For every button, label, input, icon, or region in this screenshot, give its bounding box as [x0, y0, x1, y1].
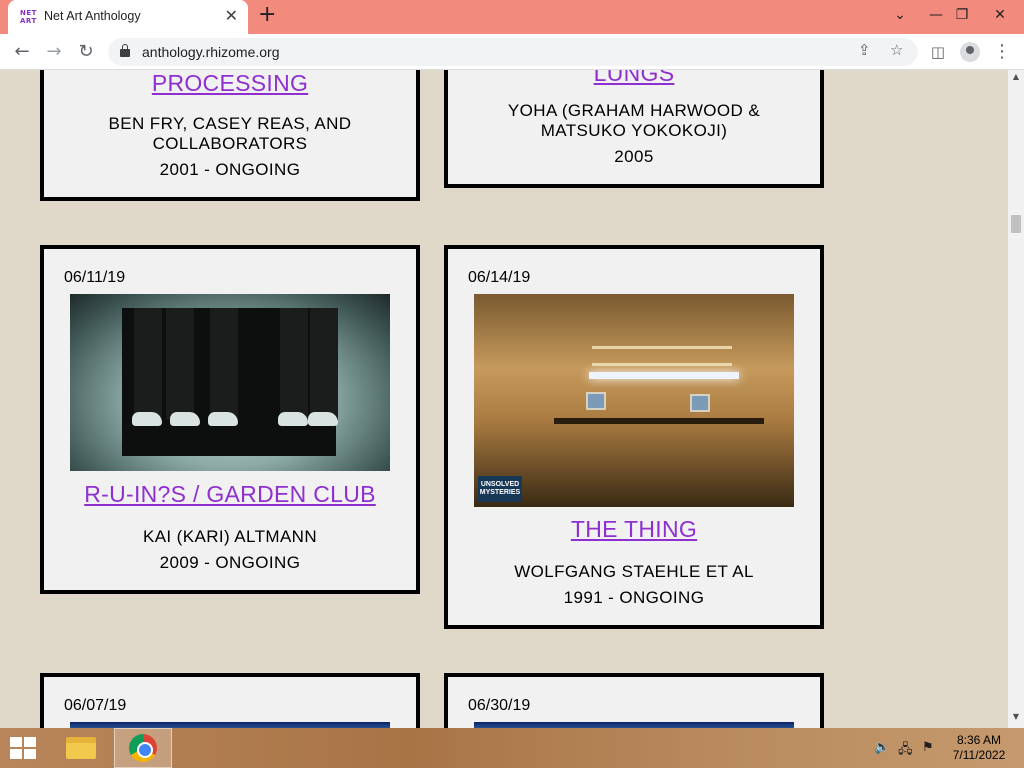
artwork-years: 2009 - ONGOING	[159, 553, 301, 572]
bookmark-star-icon[interactable]: ☆	[890, 41, 903, 59]
menu-icon[interactable]: ⋮	[990, 40, 1014, 64]
address-bar[interactable]: anthology.rhizome.org ⇪ ☆	[108, 38, 918, 66]
network-icon[interactable]: 🖧	[898, 740, 913, 762]
artwork-card-the-thing: 06/14/19 UNSOLVED MYSTERIES THE THING WO…	[444, 245, 824, 629]
artwork-image[interactable]	[70, 294, 390, 471]
artwork-date: 06/11/19	[64, 269, 126, 286]
artwork-title-link[interactable]: THE THING	[448, 516, 820, 543]
artwork-image[interactable]: UNSOLVED MYSTERIES	[474, 294, 794, 507]
artwork-years: 2001 - ONGOING	[159, 160, 301, 179]
artwork-title-link[interactable]: LUNGS	[448, 70, 820, 87]
title-bar: NET ART Net Art Anthology ✕ + ⌄ — ❐ ✕	[0, 0, 1024, 34]
artwork-date: 06/30/19	[468, 697, 531, 714]
image-badge: UNSOLVED MYSTERIES	[478, 476, 522, 502]
artwork-title-link[interactable]: PROCESSING	[44, 70, 416, 97]
artwork-card-next-right: 06/30/19	[444, 673, 824, 728]
tab-close-icon[interactable]: ✕	[225, 6, 238, 25]
scroll-thumb[interactable]	[1011, 215, 1021, 233]
url-text[interactable]: anthology.rhizome.org	[142, 44, 279, 60]
clock-date: 7/11/2022	[952, 748, 1006, 762]
share-icon[interactable]: ⇪	[858, 41, 871, 59]
page-scrollbar[interactable]: ▲ ▼	[1008, 70, 1024, 728]
side-panel-icon[interactable]: ◫	[926, 40, 950, 64]
artwork-author: BEN FRY, CASEY REAS, AND COLLABORATORS	[108, 114, 352, 153]
artwork-card-processing: PROCESSING BEN FRY, CASEY REAS, AND COLL…	[40, 70, 420, 201]
tab-title: Net Art Anthology	[44, 9, 141, 23]
action-center-flag-icon[interactable]: ⚑	[922, 740, 934, 755]
artwork-author: YOHA (GRAHAM HARWOOD & MATSUKO YOKOKOJI)	[507, 101, 761, 140]
restore-icon[interactable]: ❐	[944, 0, 980, 30]
volume-muted-icon[interactable]: 🔈	[874, 740, 890, 755]
windows-taskbar: 🔈 🖧 ⚑ 8:36 AM 7/11/2022	[0, 728, 1024, 768]
tab-search-icon[interactable]: ⌄	[882, 0, 918, 30]
file-explorer-taskbar-button[interactable]	[52, 728, 110, 768]
close-window-icon[interactable]: ✕	[982, 0, 1018, 30]
artwork-years: 1991 - ONGOING	[563, 588, 705, 607]
new-tab-icon[interactable]: +	[258, 2, 276, 27]
artwork-author: WOLFGANG STAEHLE ET AL	[514, 562, 754, 581]
artwork-years: 2005	[614, 147, 654, 166]
chrome-taskbar-button[interactable]	[114, 728, 172, 768]
forward-icon[interactable]: →	[42, 40, 66, 64]
artwork-title-link[interactable]: R-U-IN?S / GARDEN CLUB	[44, 481, 416, 508]
back-icon[interactable]: ←	[10, 40, 34, 64]
lock-icon[interactable]	[120, 44, 130, 57]
scroll-up-icon[interactable]: ▲	[1008, 72, 1024, 86]
start-button-windows-icon[interactable]	[10, 737, 38, 761]
browser-toolbar: ← → ↻ anthology.rhizome.org ⇪ ☆ ◫ ⋮	[0, 34, 1024, 70]
reload-icon[interactable]: ↻	[74, 40, 98, 64]
favicon-icon: NET ART	[20, 9, 37, 25]
clock-time: 8:36 AM	[956, 733, 1002, 747]
artwork-card-next-left: 06/07/19	[40, 673, 420, 728]
profile-avatar-icon[interactable]	[960, 42, 980, 62]
page-viewport: PROCESSING BEN FRY, CASEY REAS, AND COLL…	[0, 70, 1008, 728]
artwork-card-ruins: 06/11/19 R-U-IN?S / GARDEN CLUB KAI (KAR…	[40, 245, 420, 594]
artwork-card-lungs: LUNGS YOHA (GRAHAM HARWOOD & MATSUKO YOK…	[444, 70, 824, 188]
artwork-author: KAI (KARI) ALTMANN	[142, 527, 318, 546]
chrome-icon	[129, 734, 157, 762]
scroll-down-icon[interactable]: ▼	[1008, 712, 1024, 726]
tab-net-art-anthology[interactable]: NET ART Net Art Anthology ✕	[8, 0, 248, 34]
artwork-date: 06/14/19	[468, 269, 531, 286]
artwork-date: 06/07/19	[64, 697, 127, 714]
folder-icon	[66, 737, 96, 759]
system-clock[interactable]: 8:36 AM 7/11/2022	[944, 733, 1014, 763]
